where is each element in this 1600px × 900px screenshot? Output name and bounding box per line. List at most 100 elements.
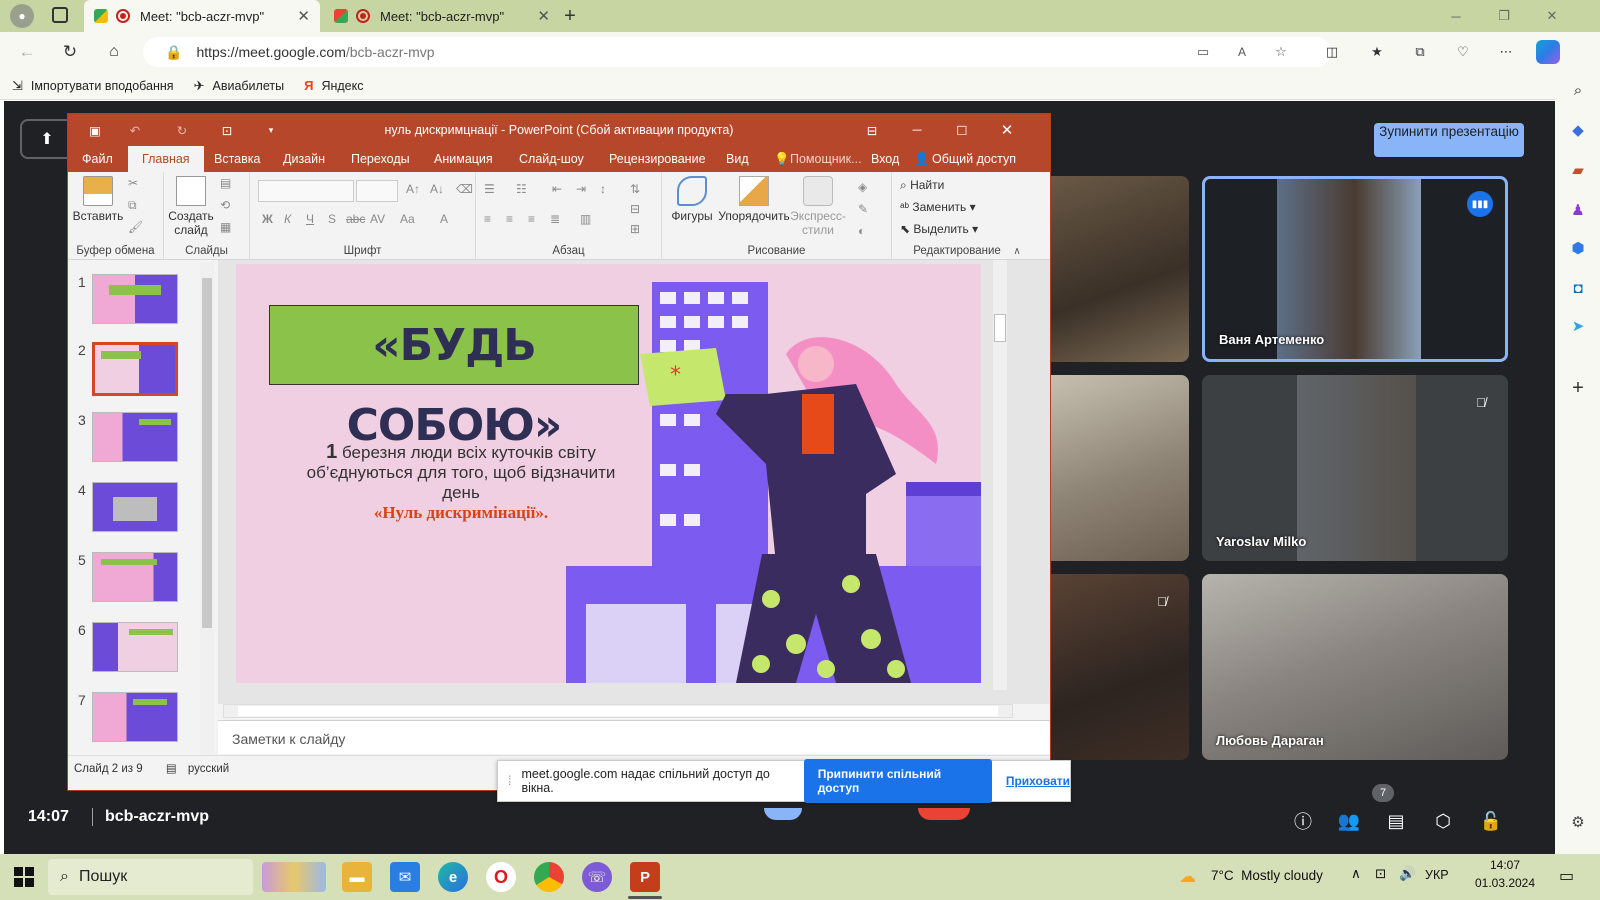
italic-icon[interactable]: К [284, 212, 291, 226]
file-explorer-icon[interactable]: ▬ [342, 862, 372, 892]
host-controls-icon[interactable]: 🔓 [1478, 808, 1504, 834]
increase-indent-icon[interactable]: ⇥ [576, 182, 586, 196]
tab-file[interactable]: Файл [82, 152, 113, 166]
notifications-icon[interactable]: ▭ [1559, 866, 1574, 886]
bold-icon[interactable]: Ж [262, 212, 273, 226]
tab-transitions[interactable]: Переходы [351, 152, 410, 166]
font-color-icon[interactable]: A [440, 212, 448, 226]
powerpoint-icon[interactable]: P [630, 862, 660, 892]
reset-icon[interactable]: ⟲ [220, 198, 230, 212]
ribbon-display-icon[interactable]: ⊟ [863, 121, 881, 139]
activities-icon[interactable]: ⬡ [1430, 808, 1456, 834]
close-window-icon[interactable]: ✕ [1542, 6, 1562, 26]
copy-icon[interactable]: ⧉ [128, 198, 137, 213]
maximize-icon[interactable]: ☐ [953, 121, 971, 139]
back-icon[interactable]: ← [17, 42, 37, 62]
address-bar[interactable]: 🔒 https://meet.google.com/bcb-aczr-mvp [143, 37, 1331, 67]
collections-icon[interactable]: ⧉ [1411, 43, 1429, 61]
arrange-button[interactable]: Упорядочить [718, 176, 790, 223]
participant-tile[interactable] [1034, 176, 1189, 362]
viber-icon[interactable]: ☏ [582, 862, 612, 892]
minimize-window-icon[interactable]: ─ [1446, 6, 1466, 26]
decrease-indent-icon[interactable]: ⇤ [552, 182, 562, 196]
shape-outline-icon[interactable]: ✎ [858, 202, 868, 216]
volume-icon[interactable]: 🔊 [1399, 866, 1416, 882]
chat-icon[interactable]: ▤ [1383, 808, 1409, 834]
layout-icon[interactable]: ▤ [220, 176, 231, 190]
tab-view[interactable]: Вид [726, 152, 749, 166]
games-icon[interactable]: ♟ [1568, 200, 1588, 220]
font-name-select[interactable] [258, 180, 354, 202]
align-text-icon[interactable]: ⊟ [630, 202, 640, 216]
taskbar-search[interactable]: ⌕ Пошук [48, 859, 253, 895]
new-tab-icon[interactable]: + [558, 4, 582, 28]
input-language[interactable]: УКР [1425, 868, 1449, 882]
settings-icon[interactable]: ⚙ [1568, 812, 1588, 832]
profile-icon[interactable]: ● [10, 4, 34, 28]
presentation-icon[interactable]: ⬆ [20, 119, 74, 159]
clear-format-icon[interactable]: ⌫ [456, 182, 473, 196]
tab-animation[interactable]: Анимация [434, 152, 493, 166]
shopping-icon[interactable]: ◆ [1568, 120, 1588, 140]
shape-effects-icon[interactable]: ◐ [858, 224, 865, 238]
tab-share[interactable]: Общий доступ [932, 152, 1016, 166]
shrink-font-icon[interactable]: A↓ [430, 182, 444, 196]
format-painter-icon[interactable]: 🖌 [128, 220, 143, 234]
tray-time[interactable]: 14:07 [1475, 858, 1535, 872]
numbering-icon[interactable]: ☷ [516, 182, 527, 196]
browser-essentials-icon[interactable]: ♡ [1454, 43, 1472, 61]
bookmark-import[interactable]: ⇲ Імпортувати вподобання [12, 78, 174, 94]
camera-icon[interactable]: ▭ [1194, 43, 1212, 61]
opera-icon[interactable]: O [486, 862, 516, 892]
tab-actions-icon[interactable] [52, 7, 68, 23]
send-icon[interactable]: ➤ [1568, 316, 1588, 336]
tab-review[interactable]: Рецензирование [609, 152, 706, 166]
case-icon[interactable]: Aa [400, 212, 415, 226]
underline-icon[interactable]: Ч [306, 212, 314, 226]
more-menu-icon[interactable]: ⋯ [1497, 43, 1515, 61]
search-icon[interactable]: ⌕ [1568, 80, 1588, 100]
quick-styles-button[interactable]: Экспресс- стили [788, 176, 848, 237]
stop-sharing-button[interactable]: Припинити спільний доступ [803, 759, 992, 803]
slide-thumb[interactable] [92, 274, 178, 324]
spellcheck-icon[interactable]: ▤ [166, 763, 177, 775]
participant-tile[interactable]: 🎙̸ Yaroslav Milko [1202, 375, 1508, 561]
tab-slideshow[interactable]: Слайд-шоу [519, 152, 584, 166]
font-size-select[interactable] [356, 180, 398, 202]
tab-meet-active[interactable]: Meet: "bcb-aczr-mvp" ✕ [84, 0, 320, 32]
tray-date[interactable]: 01.03.2024 [1467, 876, 1543, 890]
cut-icon[interactable]: ✂ [128, 176, 138, 190]
align-center-icon[interactable]: ≡ [506, 212, 513, 226]
participant-tile-speaking[interactable]: ▮▮▮ Ваня Артеменко [1202, 176, 1508, 362]
edge-icon[interactable]: e [438, 862, 468, 892]
select-button[interactable]: ⬉ Выделить ▾ [900, 222, 978, 236]
favorites-bar-icon[interactable]: ★ [1368, 43, 1386, 61]
slide-thumb[interactable] [92, 552, 178, 602]
tab-insert[interactable]: Вставка [214, 152, 260, 166]
weather-text[interactable]: 7°C Mostly cloudy [1211, 868, 1323, 883]
people-icon[interactable]: 👥 [1336, 808, 1362, 834]
network-icon[interactable]: ⊡ [1375, 866, 1386, 882]
bookmark-yandex[interactable]: Я Яндекс [304, 78, 363, 93]
present-button[interactable] [764, 808, 802, 820]
line-spacing-icon[interactable]: ↕ [600, 182, 606, 196]
mail-icon[interactable]: ✉ [390, 862, 420, 892]
slide-thumb[interactable] [92, 692, 178, 742]
hide-link[interactable]: Приховати [1006, 774, 1070, 788]
paste-button[interactable]: Вставить [72, 176, 124, 223]
slide-thumb[interactable] [92, 412, 178, 462]
slide-thumb[interactable] [92, 482, 178, 532]
spacing-icon[interactable]: AV [370, 212, 385, 226]
slide-canvas[interactable]: «БУДЬ СОБОЮ» 1 березня люди всіх куточкі… [236, 264, 981, 683]
close-icon[interactable]: ✕ [998, 121, 1016, 139]
add-sidebar-icon[interactable]: + [1568, 377, 1588, 399]
status-language[interactable]: русский [188, 763, 229, 775]
new-slide-button[interactable]: Создать слайд [166, 176, 216, 237]
chrome-icon[interactable] [534, 862, 564, 892]
notes-pane[interactable]: Заметки к слайду [218, 720, 1050, 754]
justify-icon[interactable]: ≣ [550, 212, 560, 226]
outlook-icon[interactable]: ◘ [1568, 278, 1588, 298]
participant-tile[interactable]: 🎙̸ [1034, 574, 1189, 760]
thumbnails-scrollbar[interactable] [200, 262, 214, 754]
minimize-icon[interactable]: ─ [908, 121, 926, 139]
